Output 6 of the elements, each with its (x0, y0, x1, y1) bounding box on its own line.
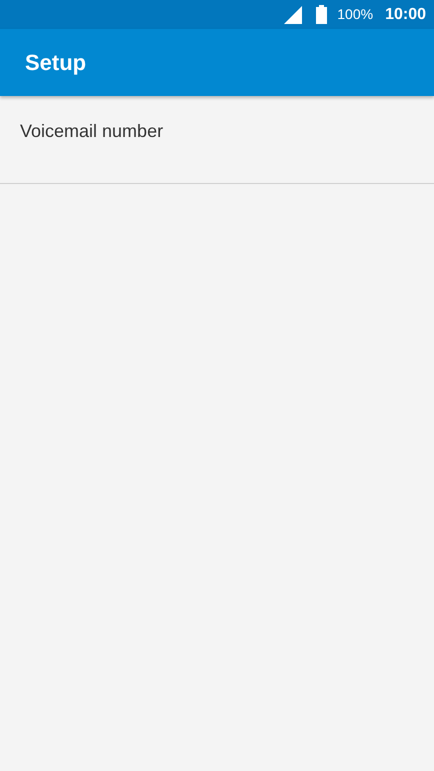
signal-icon (284, 6, 302, 24)
app-bar-title: Setup (25, 49, 86, 77)
clock: 10:00 (385, 4, 426, 24)
battery-percent: 100% (337, 5, 374, 24)
list-item[interactable]: Voicemail number (0, 96, 434, 184)
battery-icon (316, 5, 328, 24)
